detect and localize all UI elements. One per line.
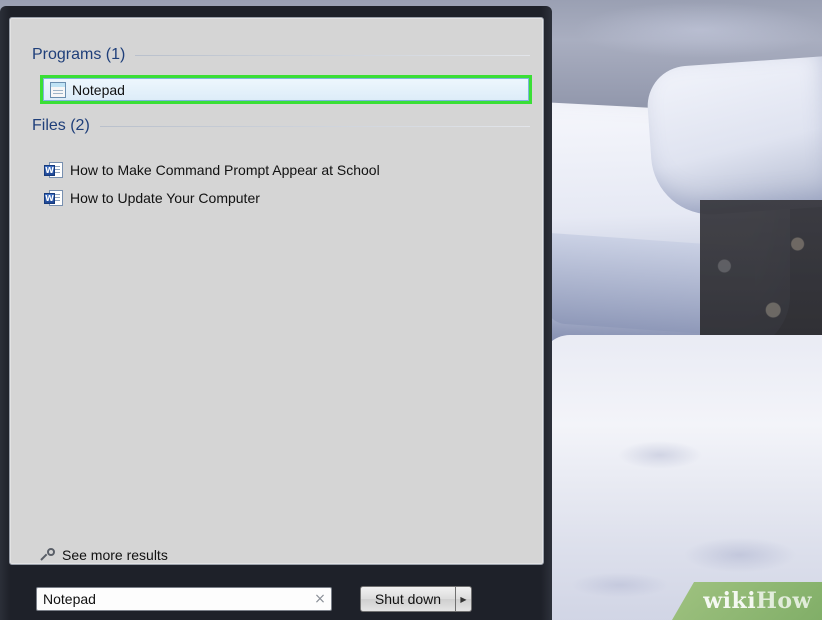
start-search-box[interactable]: ×	[36, 587, 332, 611]
start-menu: Programs (1) Notepad Files (2) W How to …	[0, 6, 552, 620]
ice-chunk-image	[644, 55, 822, 219]
programs-group-label: Programs (1)	[32, 46, 126, 63]
programs-group-header[interactable]: Programs (1)	[32, 44, 530, 66]
group-divider	[135, 54, 530, 56]
word-document-icon: W	[44, 161, 64, 179]
program-item-notepad[interactable]: Notepad	[40, 75, 532, 104]
snow-field-image	[540, 335, 822, 620]
search-input[interactable]	[37, 589, 309, 609]
see-more-results-label: See more results	[62, 547, 168, 563]
program-item-label: Notepad	[72, 81, 125, 98]
search-results-pane: Programs (1) Notepad Files (2) W How to …	[9, 17, 544, 565]
notepad-icon	[50, 81, 66, 98]
search-icon	[40, 547, 56, 563]
wikihow-watermark: wiki How	[672, 582, 822, 620]
files-group-header[interactable]: Files (2)	[32, 115, 530, 137]
shutdown-options-arrow-icon[interactable]: ▶	[456, 586, 472, 612]
files-group-label: Files (2)	[32, 117, 90, 134]
file-item-label: How to Make Command Prompt Appear at Sch…	[70, 162, 380, 178]
group-divider	[99, 125, 530, 127]
shutdown-button[interactable]: Shut down	[360, 586, 456, 612]
watermark-wiki-text: wiki	[703, 588, 757, 614]
word-document-icon: W	[44, 189, 64, 207]
shutdown-control: Shut down ▶	[360, 586, 472, 612]
see-more-results-link[interactable]: See more results	[40, 545, 168, 565]
file-item-label: How to Update Your Computer	[70, 190, 260, 206]
watermark-how-text: How	[756, 588, 812, 614]
file-item[interactable]: W How to Make Command Prompt Appear at S…	[44, 159, 524, 181]
file-item[interactable]: W How to Update Your Computer	[44, 187, 524, 209]
clear-search-icon[interactable]: ×	[309, 591, 331, 607]
